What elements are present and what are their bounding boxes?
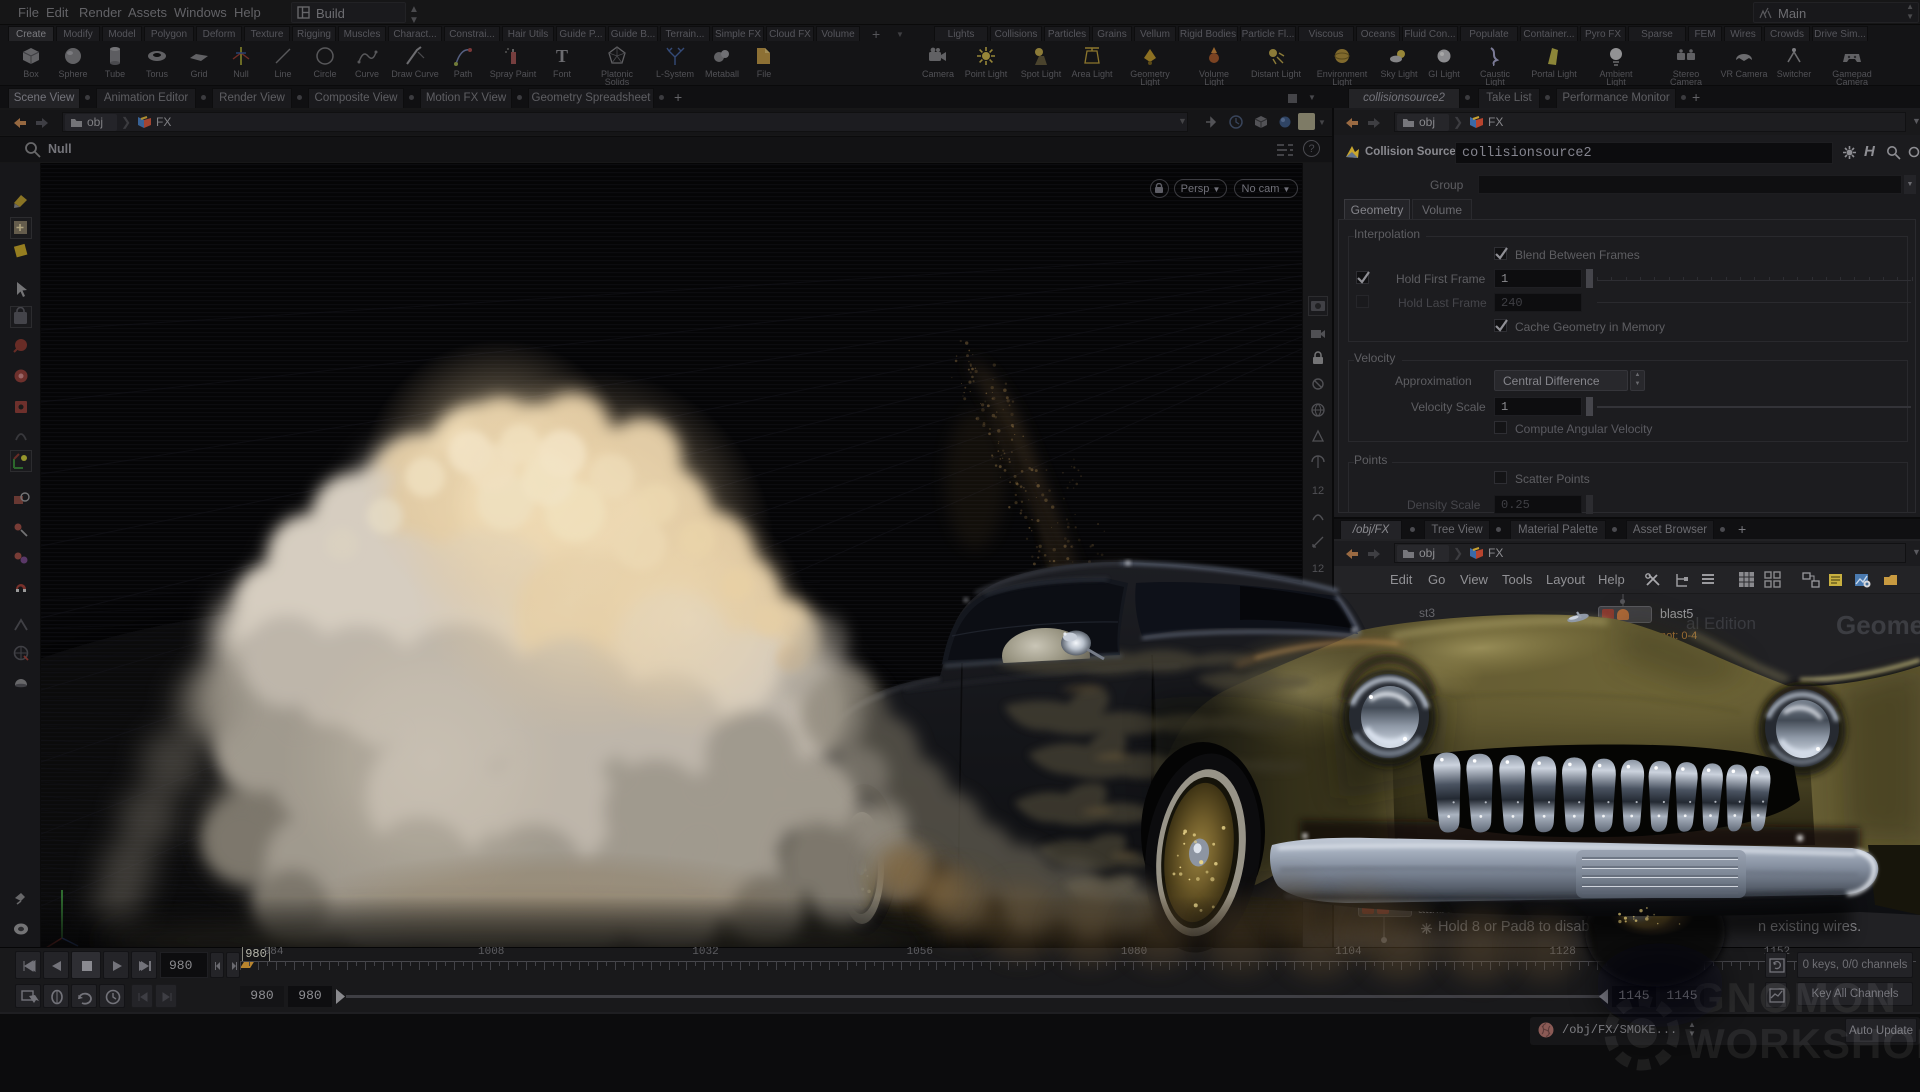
svg-text:T: T	[556, 46, 568, 66]
svg-text:12: 12	[1312, 563, 1324, 575]
svg-text:12: 12	[1312, 485, 1324, 497]
